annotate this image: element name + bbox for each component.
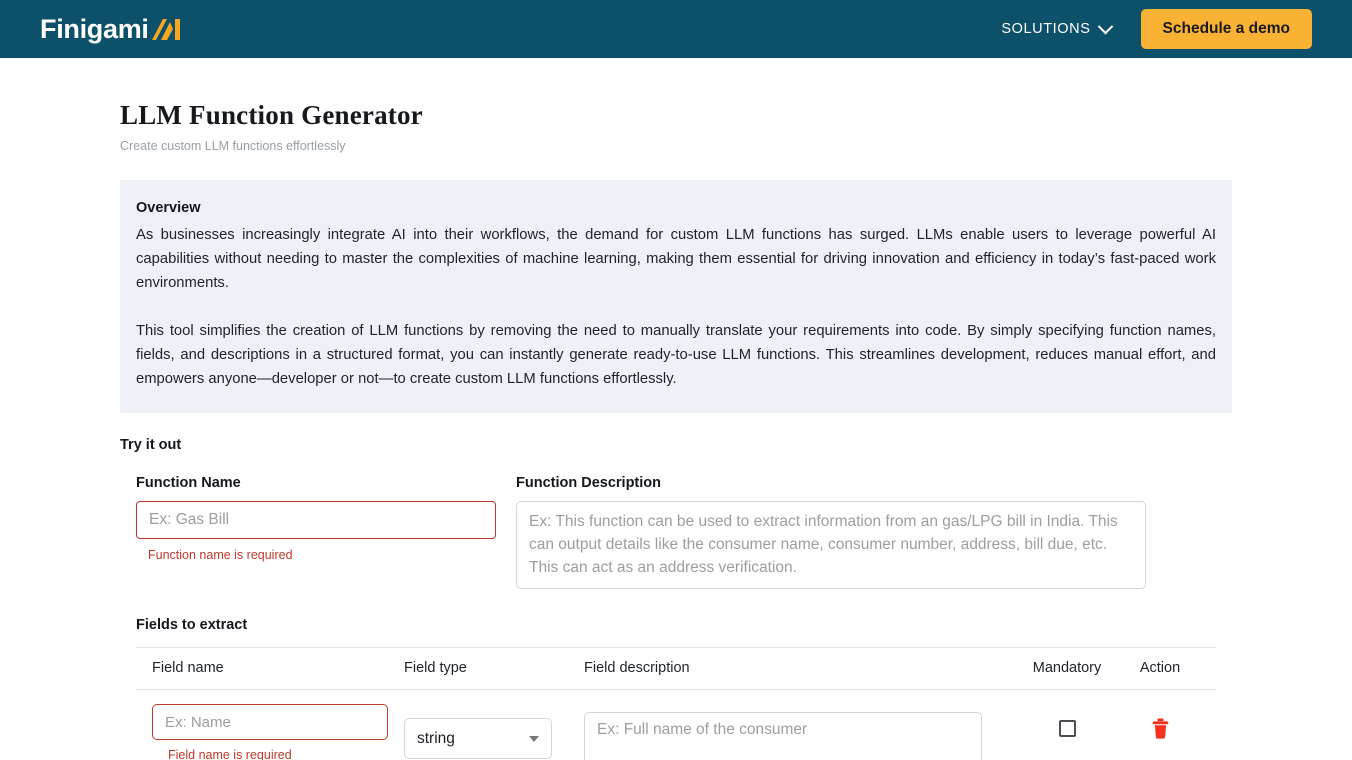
- brand-name: Finigami: [40, 16, 149, 43]
- table-row: Field name is required string: [136, 690, 1216, 760]
- page-title: LLM Function Generator: [120, 100, 1232, 131]
- table-header-row: Field name Field type Field description …: [136, 648, 1216, 690]
- chevron-down-icon: [1097, 18, 1113, 34]
- cell-mandatory: [1014, 690, 1120, 760]
- nav-solutions-label: SOLUTIONS: [1001, 21, 1090, 37]
- field-description-input[interactable]: [584, 712, 982, 760]
- column-header-field-type: Field type: [404, 648, 584, 689]
- field-type-selected-value: string: [417, 730, 455, 748]
- brand-logo[interactable]: Finigami: [40, 16, 184, 43]
- page-body: LLM Function Generator Create custom LLM…: [0, 100, 1352, 760]
- fields-to-extract-heading: Fields to extract: [120, 617, 1232, 633]
- function-name-input[interactable]: [136, 501, 496, 539]
- overview-heading: Overview: [136, 200, 1216, 216]
- function-description-label: Function Description: [516, 475, 1146, 491]
- field-name-input[interactable]: [152, 704, 388, 740]
- field-name-error: Field name is required: [152, 748, 404, 760]
- page-subtitle: Create custom LLM functions effortlessly: [120, 139, 1232, 153]
- schedule-demo-button[interactable]: Schedule a demo: [1141, 9, 1312, 49]
- tryout-form-row: Function Name Function name is required …: [120, 475, 1232, 589]
- ai-logo-icon: [150, 16, 184, 42]
- function-name-block: Function Name Function name is required: [136, 475, 496, 589]
- function-description-block: Function Description: [516, 475, 1146, 589]
- column-header-field-name: Field name: [136, 648, 404, 689]
- function-description-textarea[interactable]: [516, 501, 1146, 589]
- trash-icon: [1152, 727, 1169, 742]
- function-name-label: Function Name: [136, 475, 496, 491]
- delete-row-button[interactable]: [1152, 718, 1169, 739]
- fields-table: Field name Field type Field description …: [136, 647, 1216, 760]
- cell-field-description: [584, 690, 1014, 760]
- cell-action: [1120, 690, 1200, 760]
- overview-paragraph-1: As businesses increasingly integrate AI …: [136, 223, 1216, 295]
- column-header-field-description: Field description: [584, 648, 1014, 689]
- nav-solutions[interactable]: SOLUTIONS: [1001, 21, 1110, 37]
- overview-paragraph-2: This tool simplifies the creation of LLM…: [136, 319, 1216, 391]
- header-right-group: SOLUTIONS Schedule a demo: [1001, 9, 1312, 49]
- cell-field-type: string: [404, 690, 584, 760]
- field-type-select[interactable]: string: [404, 718, 552, 759]
- column-header-mandatory: Mandatory: [1014, 648, 1120, 689]
- cell-field-name: Field name is required: [136, 690, 404, 760]
- function-name-error: Function name is required: [136, 548, 496, 562]
- chevron-down-icon: [529, 736, 539, 742]
- column-header-action: Action: [1120, 648, 1200, 689]
- mandatory-checkbox[interactable]: [1059, 720, 1076, 737]
- tryout-heading: Try it out: [120, 437, 1232, 453]
- site-header: Finigami SOLUTIONS Schedule a demo: [0, 0, 1352, 58]
- overview-panel: Overview As businesses increasingly inte…: [120, 180, 1232, 413]
